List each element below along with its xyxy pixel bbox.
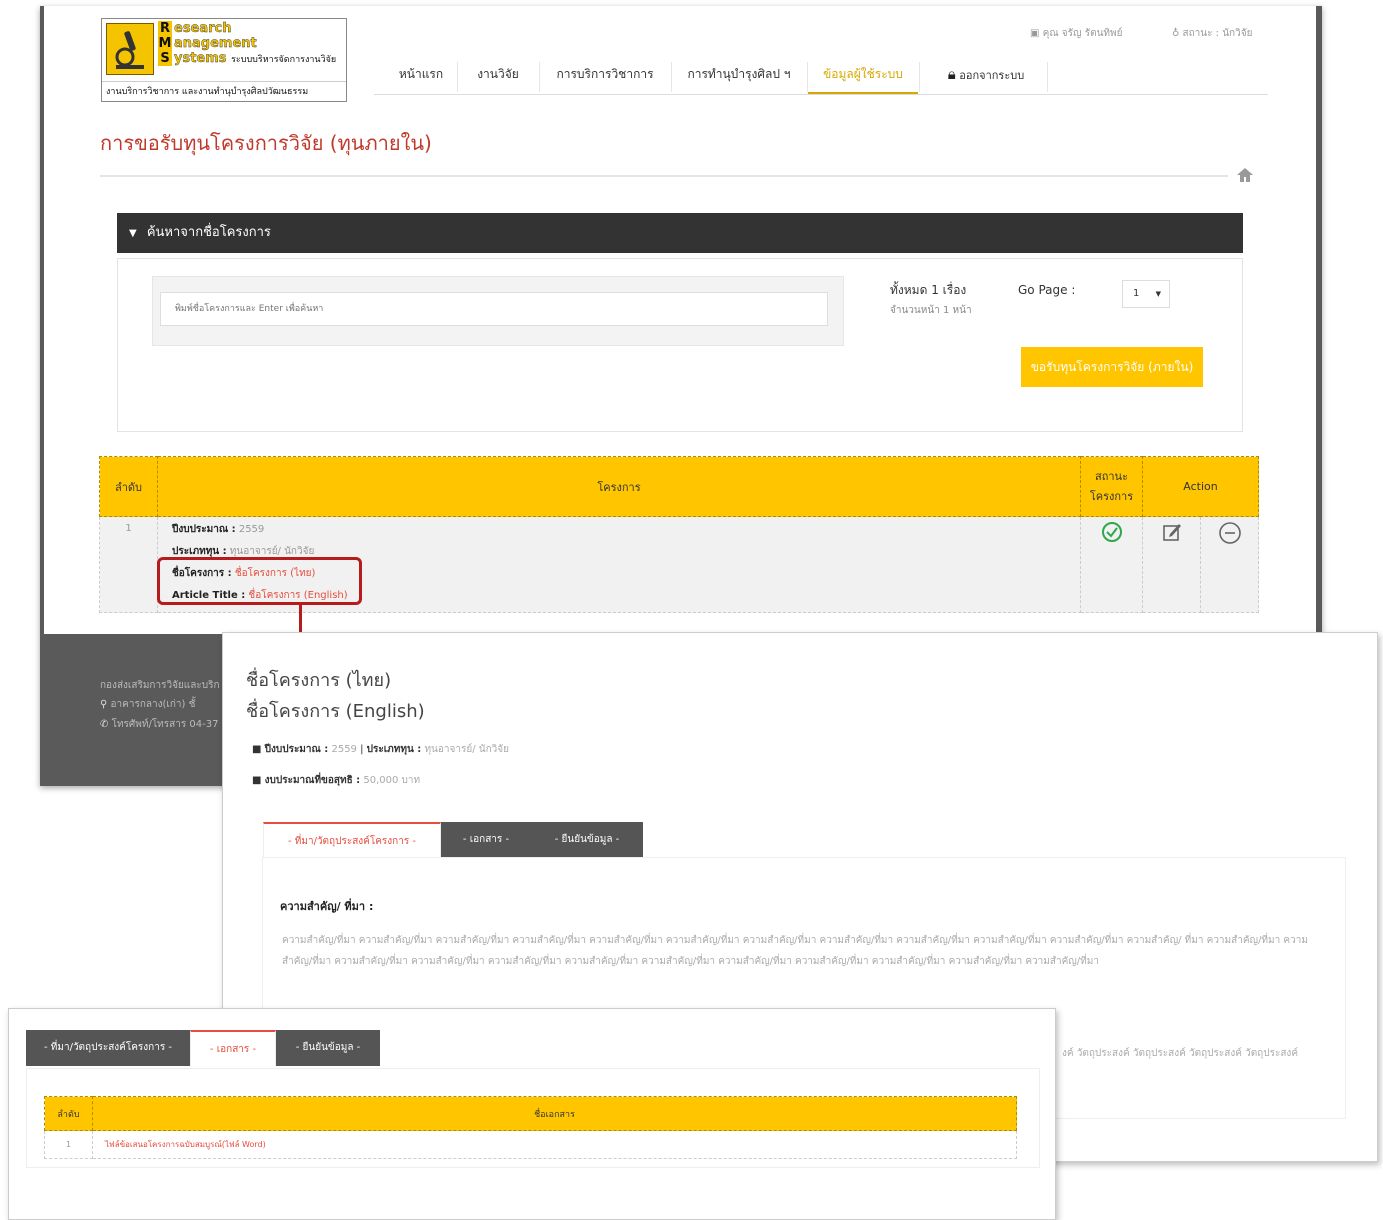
logo-initial-m: M bbox=[158, 36, 172, 51]
detail-year-type: ■ ปีงบประมาณ : 2559 | ประเภททุน : ทุนอาจ… bbox=[252, 744, 509, 755]
tab-confirm[interactable]: - ยืนยันข้อมูล - bbox=[531, 822, 643, 858]
docs-tab-objectives[interactable]: - ที่มา/วัตถุประสงค์โครงการ - bbox=[26, 1030, 190, 1066]
col-header-no: ลำดับ bbox=[99, 456, 158, 517]
page-select-value: 1 bbox=[1133, 288, 1140, 299]
dropdown-caret-icon: ▼ bbox=[1155, 290, 1161, 298]
col-header-status: สถานะ โครงการ bbox=[1080, 456, 1143, 517]
user-status-text: สถานะ : นักวิจัย bbox=[1182, 28, 1253, 39]
footer-phone-text: โทรศัพท์/โทรสาร 04-37 bbox=[111, 719, 219, 730]
nav-user-profile[interactable]: ข้อมูลผู้ใช้ระบบ bbox=[808, 60, 918, 94]
nav-arts-culture[interactable]: การทำนุบำรุงศิลป ฯ bbox=[672, 60, 806, 94]
title-divider bbox=[100, 175, 1228, 177]
docs-tab-confirm[interactable]: - ยืนยันข้อมูล - bbox=[276, 1030, 380, 1066]
row-year: ปีงบประมาณ : 2559 bbox=[172, 524, 265, 535]
nav-research[interactable]: งานวิจัย bbox=[458, 60, 538, 94]
objective-text: งค์ วัตถุประสงค์ วัตถุประสงค์ วัตถุประสง… bbox=[1062, 1048, 1299, 1059]
highlight-box bbox=[157, 557, 362, 605]
importance-label: ความสำคัญ/ ที่มา : bbox=[280, 900, 374, 913]
detail-budget: ■ งบประมาณที่ขอสุทธิ : 50,000 บาท bbox=[252, 775, 421, 786]
microscope-icon bbox=[106, 23, 154, 75]
page-select[interactable]: 1 ▼ bbox=[1122, 280, 1170, 308]
minus-circle-icon[interactable] bbox=[1218, 521, 1242, 545]
row-edit-cell bbox=[1142, 516, 1201, 613]
logo-word-systems: ystems bbox=[174, 51, 227, 66]
logo-word-management: anagement bbox=[174, 36, 257, 51]
bullet-icon: ■ bbox=[252, 775, 262, 786]
footer-address-text: อาคารกลาง(เก่า) ชั้ bbox=[110, 699, 196, 710]
nav-underline bbox=[374, 94, 1268, 95]
doc-row-no: 1 bbox=[44, 1130, 93, 1159]
nav-home[interactable]: หน้าแรก bbox=[386, 60, 456, 94]
doc-row-link[interactable]: ไฟล์ข้อเสนอโครงการฉบับสมบูรณ์(ไฟล์ Word) bbox=[92, 1130, 1017, 1159]
search-section-header[interactable]: ▼ ค้นหาจากชื่อโครงการ bbox=[117, 213, 1243, 253]
col-header-project: โครงการ bbox=[157, 456, 1081, 517]
search-section-title: ค้นหาจากชื่อโครงการ bbox=[146, 225, 271, 240]
row-no: 1 bbox=[99, 516, 158, 613]
tab-documents[interactable]: - เอกสาร - bbox=[441, 822, 531, 858]
detail-title-english: ชื่อโครงการ (English) bbox=[246, 701, 425, 722]
importance-text: ความสำคัญ/ที่มา ความสำคัญ/ที่มา ความสำคั… bbox=[282, 935, 1308, 967]
col-header-status-line1: สถานะ bbox=[1095, 469, 1128, 483]
logo-tagline: งานบริการวิชาการ และงานทำนุบำรุงศิลปวัฒน… bbox=[102, 81, 346, 101]
docs-tab-documents[interactable]: - เอกสาร - bbox=[190, 1030, 276, 1066]
badge-icon: ♁ bbox=[1172, 28, 1180, 39]
go-page-label: Go Page : bbox=[1018, 283, 1076, 297]
check-circle-icon bbox=[1101, 522, 1122, 542]
page-count: จำนวนหน้า 1 หน้า bbox=[890, 305, 972, 316]
nav-logout[interactable]: 🔒︎ ออกจากระบบ bbox=[925, 60, 1047, 94]
documents-table: ลำดับ ชื่อเอกสาร 1 ไฟล์ข้อเสนอโครงการฉบั… bbox=[44, 1096, 1017, 1159]
bullet-icon: ■ bbox=[252, 744, 262, 755]
doc-col-header-no: ลำดับ bbox=[44, 1096, 93, 1131]
search-input[interactable] bbox=[160, 292, 828, 326]
footer-phone: ✆ โทรศัพท์/โทรสาร 04-37 bbox=[100, 717, 218, 732]
footer-org: กองส่งเสริมการวิจัยและบริก bbox=[100, 680, 220, 691]
table-row: 1 ไฟล์ข้อเสนอโครงการฉบับสมบูรณ์(ไฟล์ Wor… bbox=[44, 1130, 1017, 1159]
map-pin-icon: ⚲ bbox=[100, 699, 108, 710]
footer-address: ⚲ อาคารกลาง(เก่า) ชั้ bbox=[100, 697, 195, 712]
edit-icon[interactable] bbox=[1161, 521, 1183, 543]
site-logo[interactable]: Research Management Systems ระบบบริหารจั… bbox=[101, 18, 347, 102]
lock-icon: 🔒︎ bbox=[947, 65, 956, 83]
request-grant-button[interactable]: ขอรับทุนโครงการวิจัย (ภายใน) bbox=[1021, 347, 1203, 387]
tab-objectives[interactable]: - ที่มา/วัตถุประสงค์โครงการ - bbox=[263, 822, 441, 858]
user-card-icon: ▣ bbox=[1030, 28, 1040, 39]
user-info[interactable]: ▣ คุณ จรัญ รัตนทิพย์ bbox=[1030, 26, 1122, 41]
chevron-down-icon: ▼ bbox=[129, 228, 137, 239]
nav-academic-service[interactable]: การบริการวิชาการ bbox=[540, 60, 670, 94]
doc-col-header-name: ชื่อเอกสาร bbox=[92, 1096, 1017, 1131]
col-header-action: Action bbox=[1142, 456, 1259, 517]
phone-icon: ✆ bbox=[100, 719, 109, 730]
detail-title-thai: ชื่อโครงการ (ไทย) bbox=[246, 670, 392, 691]
user-name: คุณ จรัญ รัตนทิพย์ bbox=[1042, 28, 1123, 39]
col-header-status-line2: โครงการ bbox=[1089, 489, 1134, 503]
nav-logout-label: ออกจากระบบ bbox=[959, 69, 1025, 82]
total-count: ทั้งหมด 1 เรื่อง bbox=[890, 283, 967, 297]
row-status bbox=[1080, 516, 1143, 613]
home-icon[interactable] bbox=[1236, 166, 1254, 188]
logo-word-research: esearch bbox=[174, 21, 232, 36]
logo-subtitle: ระบบบริหารจัดการงานวิจัย bbox=[231, 55, 337, 65]
row-remove-cell bbox=[1200, 516, 1259, 613]
nav-divider bbox=[919, 62, 920, 92]
logo-initial-r: R bbox=[158, 21, 172, 36]
user-status: ♁ สถานะ : นักวิจัย bbox=[1172, 26, 1252, 41]
page-title: การขอรับทุนโครงการวิจัย (ทุนภายใน) bbox=[100, 131, 432, 155]
nav-divider bbox=[1047, 62, 1048, 92]
logo-initial-s: S bbox=[158, 51, 172, 66]
